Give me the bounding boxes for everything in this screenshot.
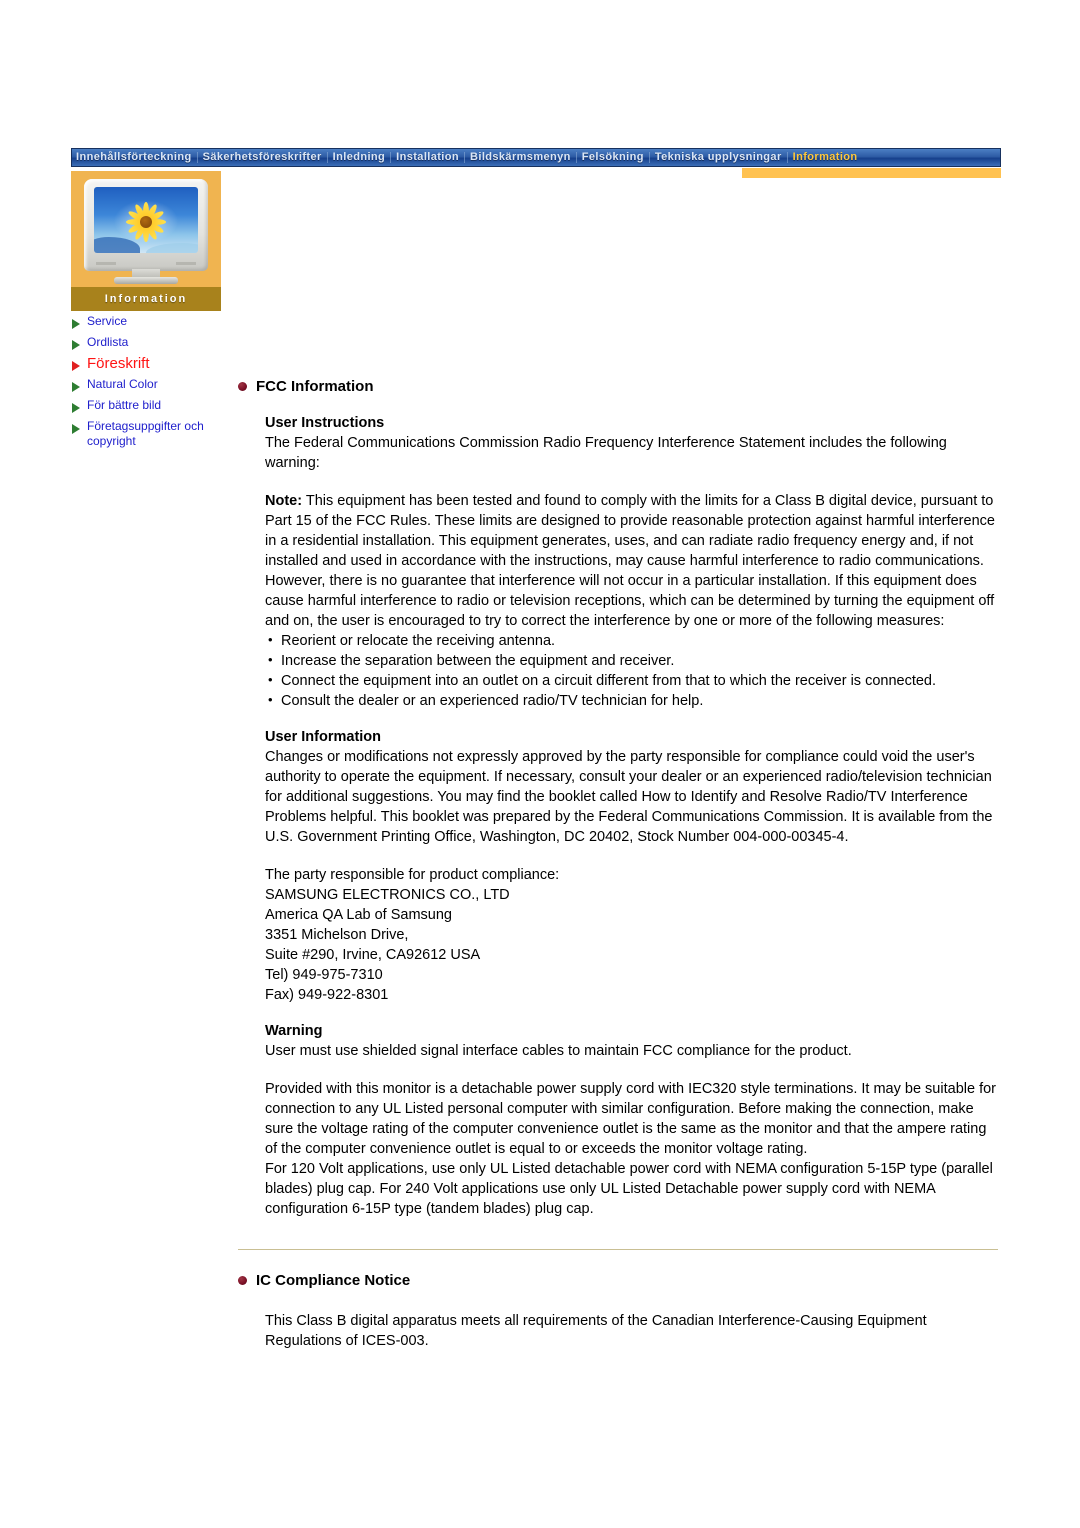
sidebar-item-label: Föreskrift xyxy=(87,355,150,372)
nav-item-inledning[interactable]: Inledning xyxy=(328,149,390,166)
list-item: Increase the separation between the equi… xyxy=(265,650,998,671)
warning-text: User must use shielded signal interface … xyxy=(265,1043,852,1059)
nav-item-tekniska-upplysningar[interactable]: Tekniska upplysningar xyxy=(650,149,787,166)
responsible-party-line: 3351 Michelson Drive, xyxy=(265,927,409,943)
fcc-section-header: FCC Information xyxy=(238,378,998,395)
nav-separator xyxy=(575,152,577,163)
note-label: Note: xyxy=(265,493,303,509)
section-bullet-icon xyxy=(238,1276,247,1285)
sidebar-banner-label: Information xyxy=(104,293,188,305)
fcc-note-paragraph: Note: This equipment has been tested and… xyxy=(265,491,998,631)
screen-hill-right xyxy=(146,243,198,253)
list-item: Consult the dealer or an experienced rad… xyxy=(265,690,998,711)
nav-separator xyxy=(786,152,788,163)
main-content: FCC Information User Instructions The Fe… xyxy=(238,378,998,1369)
arrow-right-icon xyxy=(71,422,83,434)
user-instructions-intro: The Federal Communications Commission Ra… xyxy=(265,435,947,471)
nav-item-bildskarmsmenyn[interactable]: Bildskärmsmenyn xyxy=(465,149,576,166)
nav-separator xyxy=(326,152,328,163)
sidebar-item-label: För bättre bild xyxy=(87,398,162,412)
sunflower-icon xyxy=(124,200,168,244)
monitor-label-left xyxy=(96,262,116,265)
responsible-party-line: SAMSUNG ELECTRONICS CO., LTD xyxy=(265,887,510,903)
fcc-measures-list: Reorient or relocate the receiving anten… xyxy=(265,630,998,711)
nav-item-sakerhetsforeskrifter[interactable]: Säkerhetsföreskrifter xyxy=(198,149,327,166)
sidebar-menu: Service Ordlista Föreskrift Natural Colo… xyxy=(71,314,236,455)
nav-item-information[interactable]: Information xyxy=(788,149,863,166)
arrow-right-icon xyxy=(71,380,83,392)
responsible-party-line: Fax) 949-922-8301 xyxy=(265,987,389,1003)
sidebar-item-natural-color[interactable]: Natural Color xyxy=(71,377,236,392)
nav-separator xyxy=(648,152,650,163)
user-information-heading: User Information xyxy=(265,729,382,745)
sidebar-banner-panel: Information xyxy=(71,171,221,311)
list-item: Connect the equipment into an outlet on … xyxy=(265,670,998,691)
fcc-section-body: User Instructions The Federal Communicat… xyxy=(265,415,998,1219)
sidebar-item-label: Service xyxy=(87,314,128,328)
monitor-screen xyxy=(94,187,198,253)
sidebar-banner-label-band: Information xyxy=(71,287,221,311)
nav-item-felsokning[interactable]: Felsökning xyxy=(577,149,649,166)
nav-separator xyxy=(390,152,392,163)
page-title: FCC Information xyxy=(256,378,374,395)
ic-compliance-text: This Class B digital apparatus meets all… xyxy=(265,1313,927,1349)
sidebar-item-service[interactable]: Service xyxy=(71,314,236,329)
section-divider xyxy=(238,1249,998,1250)
monitor-base xyxy=(114,277,178,284)
user-information-text: Changes or modifications not expressly a… xyxy=(265,749,993,845)
responsible-party-line: The party responsible for product compli… xyxy=(265,867,560,883)
power-cord-text: Provided with this monitor is a detachab… xyxy=(265,1081,996,1157)
ic-section-header: IC Compliance Notice xyxy=(238,1272,998,1289)
nav-separator xyxy=(464,152,466,163)
responsible-party-line: Tel) 949-975-7310 xyxy=(265,967,383,983)
sidebar-item-foretagsuppgifter[interactable]: Företagsuppgifter och copyright xyxy=(71,419,236,449)
nema-text: For 120 Volt applications, use only UL L… xyxy=(265,1161,993,1217)
sidebar-item-label: Företagsuppgifter och copyright xyxy=(87,419,204,448)
arrow-right-icon xyxy=(71,401,83,413)
arrow-right-icon xyxy=(71,338,83,350)
sidebar-item-label: Natural Color xyxy=(87,377,158,391)
note-text: This equipment has been tested and found… xyxy=(265,493,995,629)
nav-item-innehallsforteckning[interactable]: Innehållsförteckning xyxy=(72,149,197,166)
sidebar-item-label: Ordlista xyxy=(87,335,129,349)
top-navigation-bar: Innehållsförteckning Säkerhetsföreskrift… xyxy=(71,148,1001,167)
arrow-right-icon xyxy=(71,359,83,371)
sidebar-item-foreskrift[interactable]: Föreskrift xyxy=(71,356,236,371)
nav-item-installation[interactable]: Installation xyxy=(391,149,464,166)
arrow-right-icon xyxy=(71,317,83,329)
user-instructions-heading: User Instructions xyxy=(265,415,385,431)
responsible-party-line: Suite #290, Irvine, CA92612 USA xyxy=(265,947,481,963)
ic-section-body: This Class B digital apparatus meets all… xyxy=(265,1311,998,1351)
list-item: Reorient or relocate the receiving anten… xyxy=(265,630,998,651)
ic-compliance-title: IC Compliance Notice xyxy=(256,1272,411,1289)
monitor-label-right xyxy=(176,262,196,265)
responsible-party-line: America QA Lab of Samsung xyxy=(265,907,452,923)
responsible-party-block: The party responsible for product compli… xyxy=(265,865,998,1005)
monitor-bezel xyxy=(84,179,208,271)
warning-heading: Warning xyxy=(265,1023,323,1039)
section-bullet-icon xyxy=(238,382,247,391)
sunflower-core xyxy=(140,216,152,228)
nav-accent-bar xyxy=(742,168,1001,178)
sidebar-item-ordlista[interactable]: Ordlista xyxy=(71,335,236,350)
sidebar-item-for-battre-bild[interactable]: För bättre bild xyxy=(71,398,236,413)
nav-separator xyxy=(196,152,198,163)
crt-monitor-icon xyxy=(84,179,208,284)
